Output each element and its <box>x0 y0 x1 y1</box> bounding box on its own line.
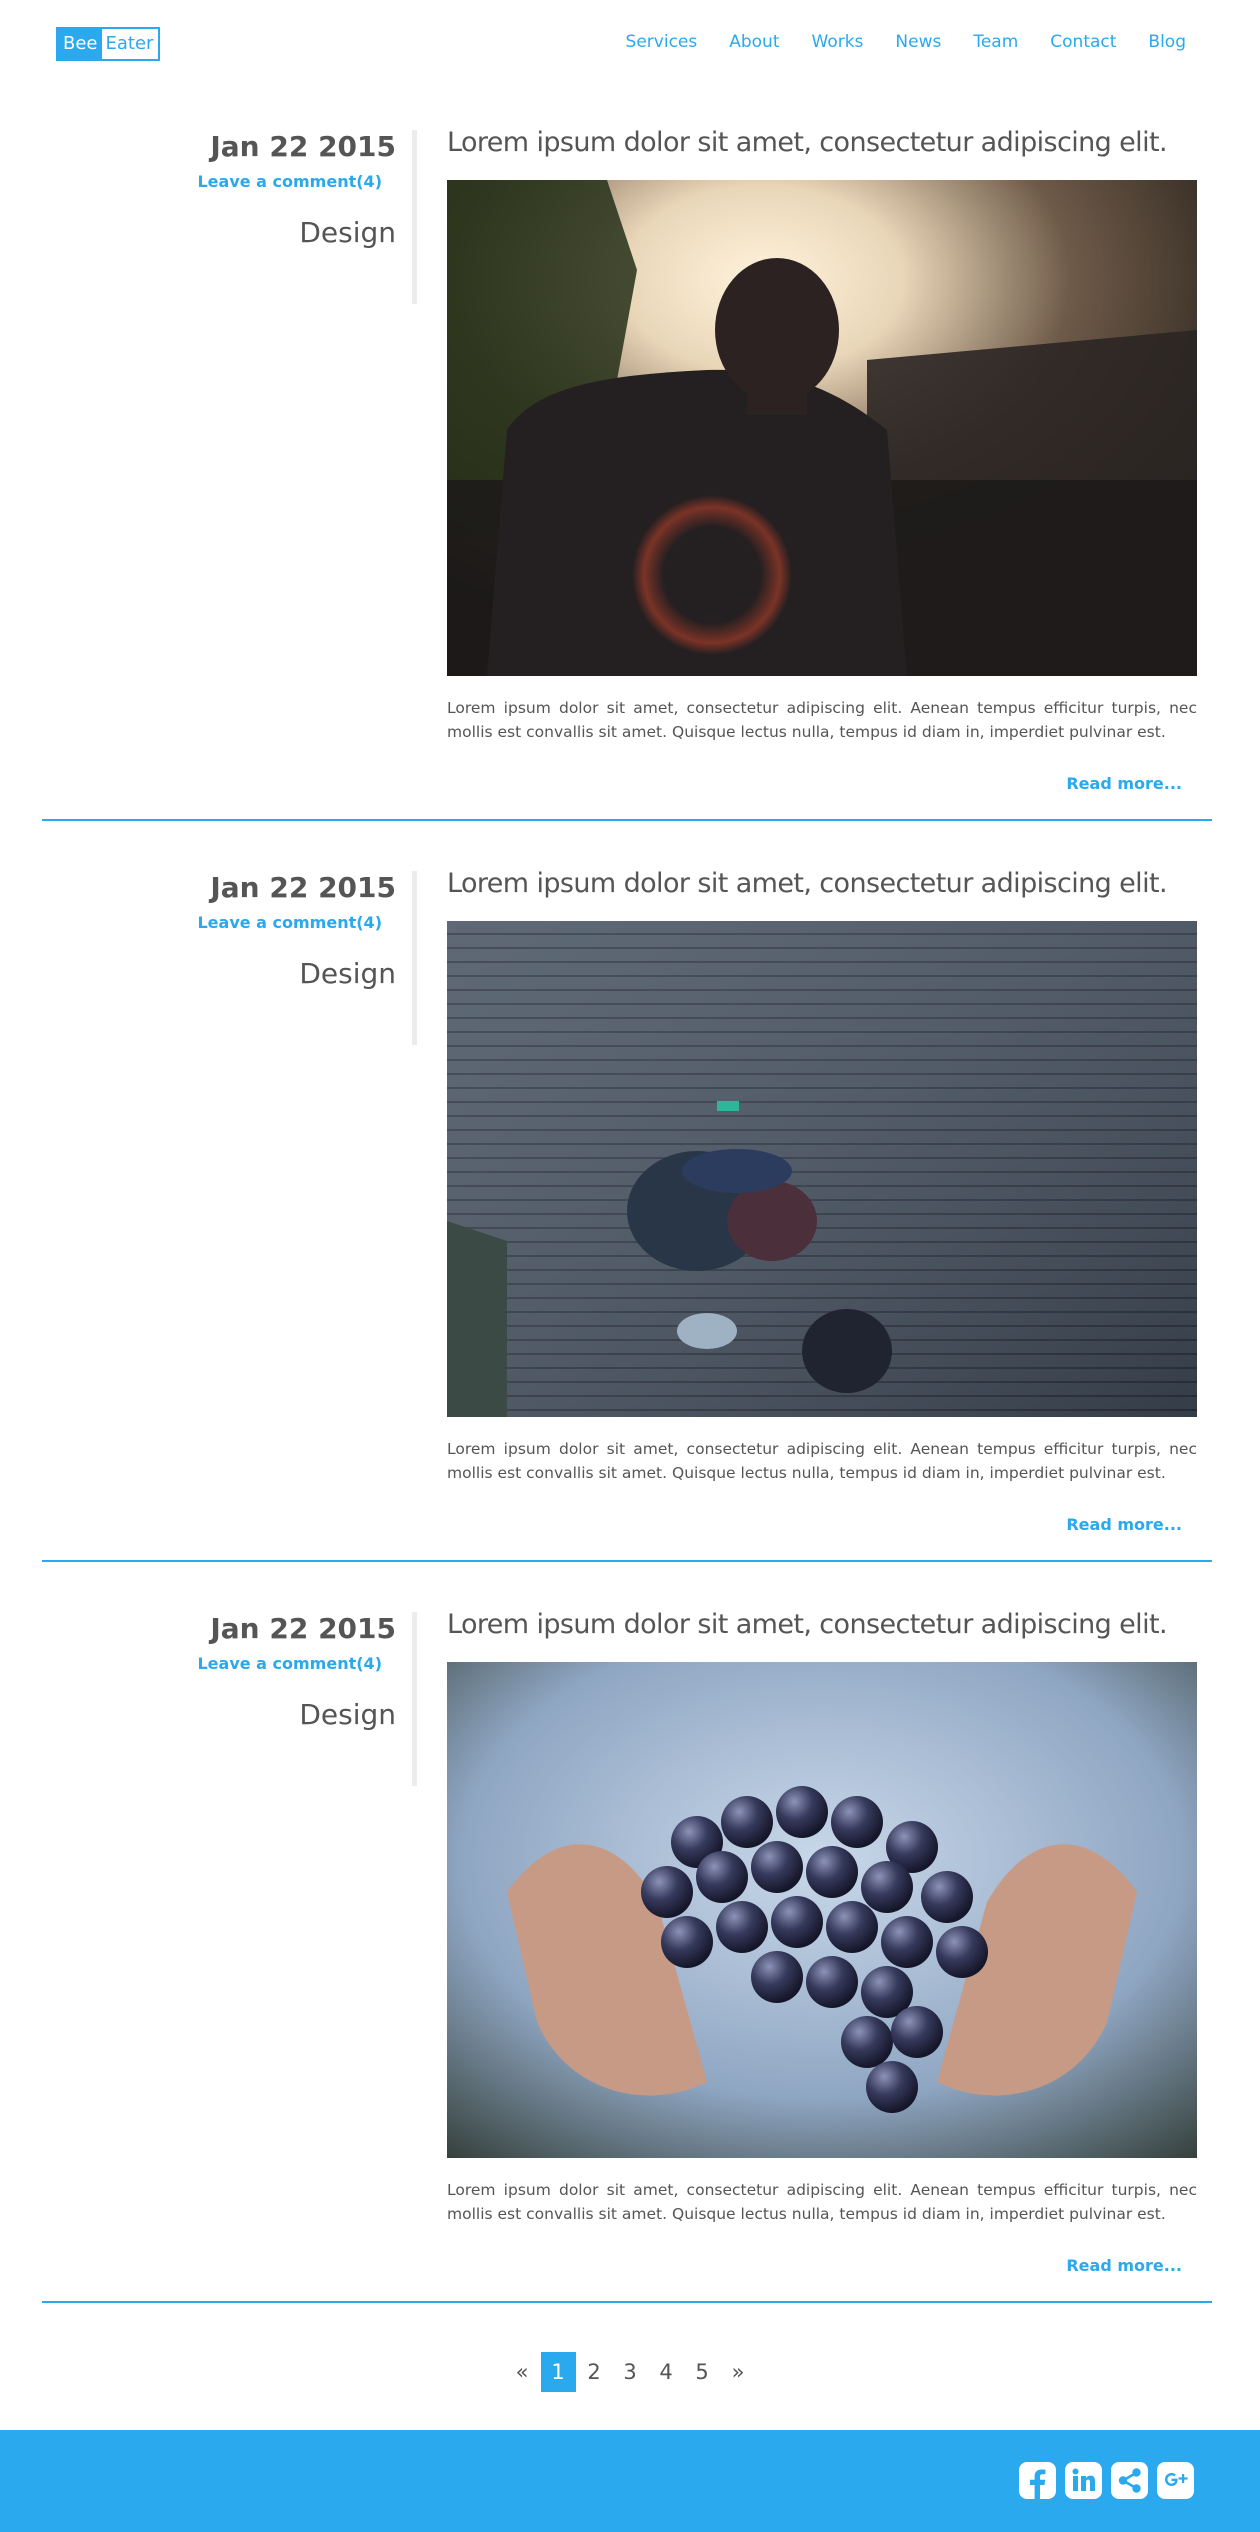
site-footer <box>0 2430 1260 2532</box>
pagination-page-2[interactable]: 2 <box>577 2352 612 2392</box>
google-plus-icon[interactable] <box>1157 2462 1194 2499</box>
pagination: « 1 2 3 4 5 » <box>0 2352 1260 2392</box>
pagination-next[interactable]: » <box>721 2352 756 2392</box>
post-date: Jan 22 2015 <box>210 130 396 163</box>
post-title: Lorem ipsum dolor sit amet, consectetur … <box>447 1609 1168 1640</box>
pagination-prev[interactable]: « <box>505 2352 540 2392</box>
post-divider <box>42 2301 1212 2303</box>
post-title: Lorem ipsum dolor sit amet, consectetur … <box>447 868 1168 899</box>
meta-divider <box>412 871 417 1045</box>
post-excerpt: Lorem ipsum dolor sit amet, consectetur … <box>447 1440 1197 1482</box>
pagination-page-4[interactable]: 4 <box>649 2352 684 2392</box>
post-title: Lorem ipsum dolor sit amet, consectetur … <box>447 127 1168 158</box>
post-image-people-boardwalk <box>447 921 1197 1417</box>
pagination-page-1[interactable]: 1 <box>540 2352 576 2392</box>
blog-post: Jan 22 2015 Leave a comment(4) Design Lo… <box>0 1482 1260 2303</box>
post-date: Jan 22 2015 <box>210 1612 396 1645</box>
read-more-link[interactable]: Read more... <box>1066 2256 1182 2275</box>
pagination-page-5[interactable]: 5 <box>685 2352 720 2392</box>
linkedin-icon[interactable] <box>1065 2462 1102 2499</box>
share-icon[interactable] <box>1111 2462 1148 2499</box>
post-image-man-sunset <box>447 180 1197 676</box>
facebook-icon[interactable] <box>1019 2462 1056 2499</box>
post-excerpt: Lorem ipsum dolor sit amet, consectetur … <box>447 2181 1197 2223</box>
leave-comment-link[interactable]: Leave a comment(4) <box>197 1654 382 1673</box>
post-category: Design <box>299 216 396 249</box>
post-excerpt: Lorem ipsum dolor sit amet, consectetur … <box>447 699 1197 741</box>
post-category: Design <box>299 1698 396 1731</box>
social-links <box>1019 2462 1194 2499</box>
post-image-grapes-hands <box>447 1662 1197 2158</box>
post-category: Design <box>299 957 396 990</box>
leave-comment-link[interactable]: Leave a comment(4) <box>197 172 382 191</box>
meta-divider <box>412 1612 417 1786</box>
leave-comment-link[interactable]: Leave a comment(4) <box>197 913 382 932</box>
post-date: Jan 22 2015 <box>210 871 396 904</box>
blog-post: Jan 22 2015 Leave a comment(4) Design Lo… <box>0 0 1260 821</box>
meta-divider <box>412 130 417 304</box>
pagination-page-3[interactable]: 3 <box>613 2352 648 2392</box>
blog-post: Jan 22 2015 Leave a comment(4) Design Lo… <box>0 741 1260 1562</box>
